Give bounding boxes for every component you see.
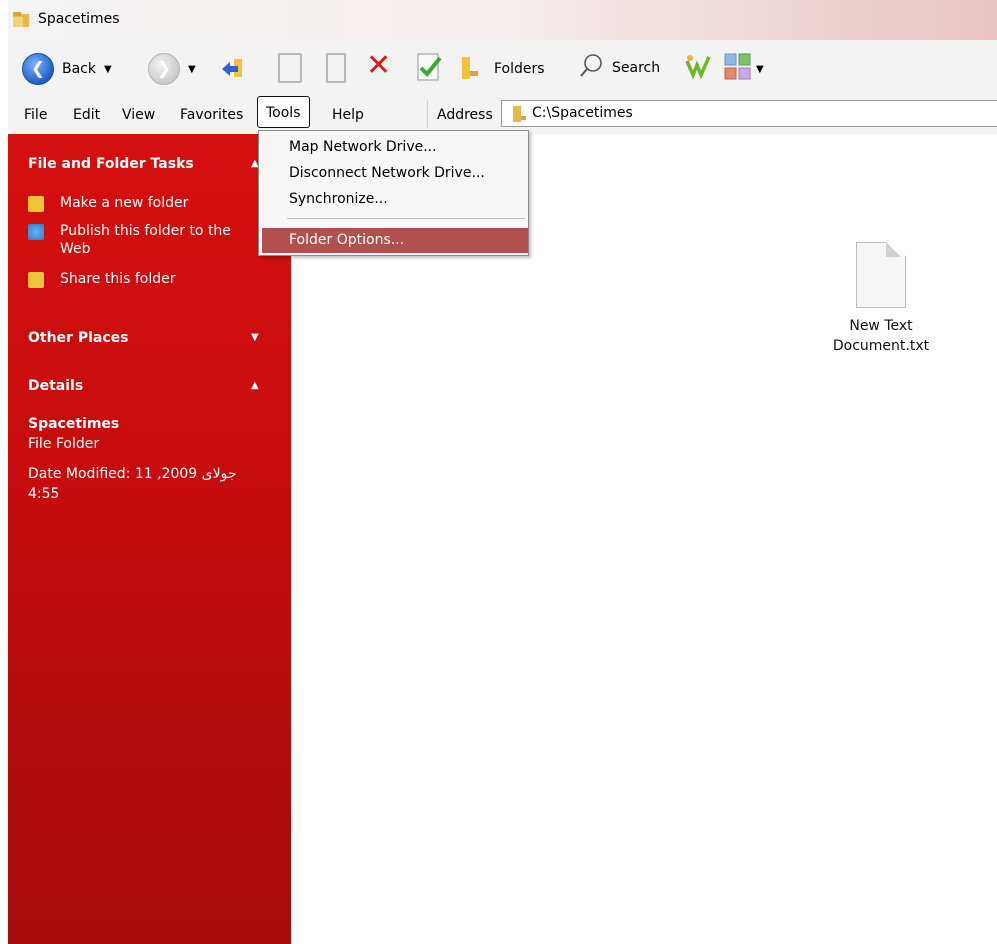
folder-options-item[interactable]: Folder Options...: [289, 232, 404, 248]
copy-to-button[interactable]: [326, 53, 346, 83]
green-check-icon: [684, 53, 712, 85]
menu-bar: File Edit View Favorites Tools Help Addr…: [8, 96, 997, 134]
back-button[interactable]: ❮ Back ▼: [22, 53, 112, 85]
back-label: Back: [62, 61, 96, 77]
details-type: File Folder: [28, 436, 100, 452]
forward-arrow-icon: ❯: [148, 53, 180, 85]
file-name: New Text Document.txt: [832, 318, 930, 354]
move-to-icon: [278, 53, 302, 83]
search-label: Search: [612, 60, 661, 76]
views-icon: [724, 52, 754, 86]
chevron-down-icon[interactable]: ▼: [756, 64, 764, 75]
task-pane: File and Folder Tasks ▲ Make a new folde…: [8, 134, 291, 944]
search-icon: [578, 53, 604, 83]
collapse-icon[interactable]: ▲: [251, 380, 259, 391]
publish-web-icon: [28, 224, 44, 240]
menu-edit[interactable]: Edit: [73, 107, 100, 123]
forward-button[interactable]: ❯ ▼: [148, 53, 196, 85]
up-folder-button[interactable]: [220, 55, 246, 85]
title-bar[interactable]: Spacetimes: [8, 0, 997, 41]
synchronize-item[interactable]: Synchronize...: [289, 191, 388, 207]
other-places-heading[interactable]: Other Places: [28, 330, 128, 346]
address-label: Address: [437, 107, 493, 123]
details-heading[interactable]: Details: [28, 378, 83, 394]
explorer-window: Spacetimes ❮ Back ▼ ❯ ▼ ✕ Folders Search…: [8, 0, 997, 944]
chevron-down-icon[interactable]: ▼: [104, 64, 112, 75]
make-new-folder-link[interactable]: Make a new folder: [60, 194, 188, 212]
chevron-down-icon[interactable]: ▼: [188, 64, 196, 75]
menu-file[interactable]: File: [24, 107, 47, 123]
copy-to-icon: [326, 53, 346, 83]
file-tasks-heading[interactable]: File and Folder Tasks: [28, 156, 194, 172]
undo-button[interactable]: [416, 52, 444, 86]
checkmark-icon: [416, 52, 444, 86]
move-to-button[interactable]: [278, 53, 302, 83]
folders-button[interactable]: Folders: [458, 53, 545, 85]
folder-icon: [510, 105, 528, 132]
menu-separator: [287, 218, 525, 219]
menu-separator: [427, 100, 428, 128]
details-date-modified: Date Modified: 11 جولای 2009, 4:55: [28, 466, 237, 502]
map-network-drive-item[interactable]: Map Network Drive...: [289, 139, 437, 155]
toolbar: ❮ Back ▼ ❯ ▼ ✕ Folders Search ▼: [8, 40, 997, 96]
publish-folder-link[interactable]: Publish this folder to the Web: [60, 222, 250, 258]
window-title: Spacetimes: [38, 11, 120, 27]
menu-favorites[interactable]: Favorites: [180, 107, 243, 123]
up-arrow-icon: [220, 55, 246, 85]
delete-button[interactable]: ✕: [366, 51, 391, 81]
disconnect-network-drive-item[interactable]: Disconnect Network Drive...: [289, 165, 485, 181]
menu-help[interactable]: Help: [332, 107, 364, 123]
folder-icon: [12, 11, 30, 33]
back-arrow-icon: ❮: [22, 53, 54, 85]
file-item[interactable]: New Text Document.txt: [816, 242, 946, 356]
folders-icon: [458, 53, 486, 85]
details-name: Spacetimes: [28, 416, 120, 432]
share-folder-link[interactable]: Share this folder: [60, 270, 176, 288]
tools-dropdown-menu: Map Network Drive... Disconnect Network …: [258, 130, 529, 256]
expand-icon[interactable]: ▼: [251, 332, 259, 343]
address-bar[interactable]: C:\Spacetimes: [501, 100, 997, 127]
menu-tools[interactable]: Tools: [257, 96, 310, 128]
views-button[interactable]: ▼: [724, 52, 764, 86]
folders-label: Folders: [494, 61, 545, 77]
new-folder-icon: [28, 196, 44, 212]
sync-button[interactable]: [684, 53, 712, 85]
search-button[interactable]: Search: [578, 53, 660, 83]
menu-view[interactable]: View: [122, 107, 155, 123]
share-folder-icon: [28, 272, 44, 288]
delete-x-icon: ✕: [366, 48, 392, 83]
address-path: C:\Spacetimes: [532, 105, 633, 121]
file-corner-fold: [886, 242, 901, 257]
